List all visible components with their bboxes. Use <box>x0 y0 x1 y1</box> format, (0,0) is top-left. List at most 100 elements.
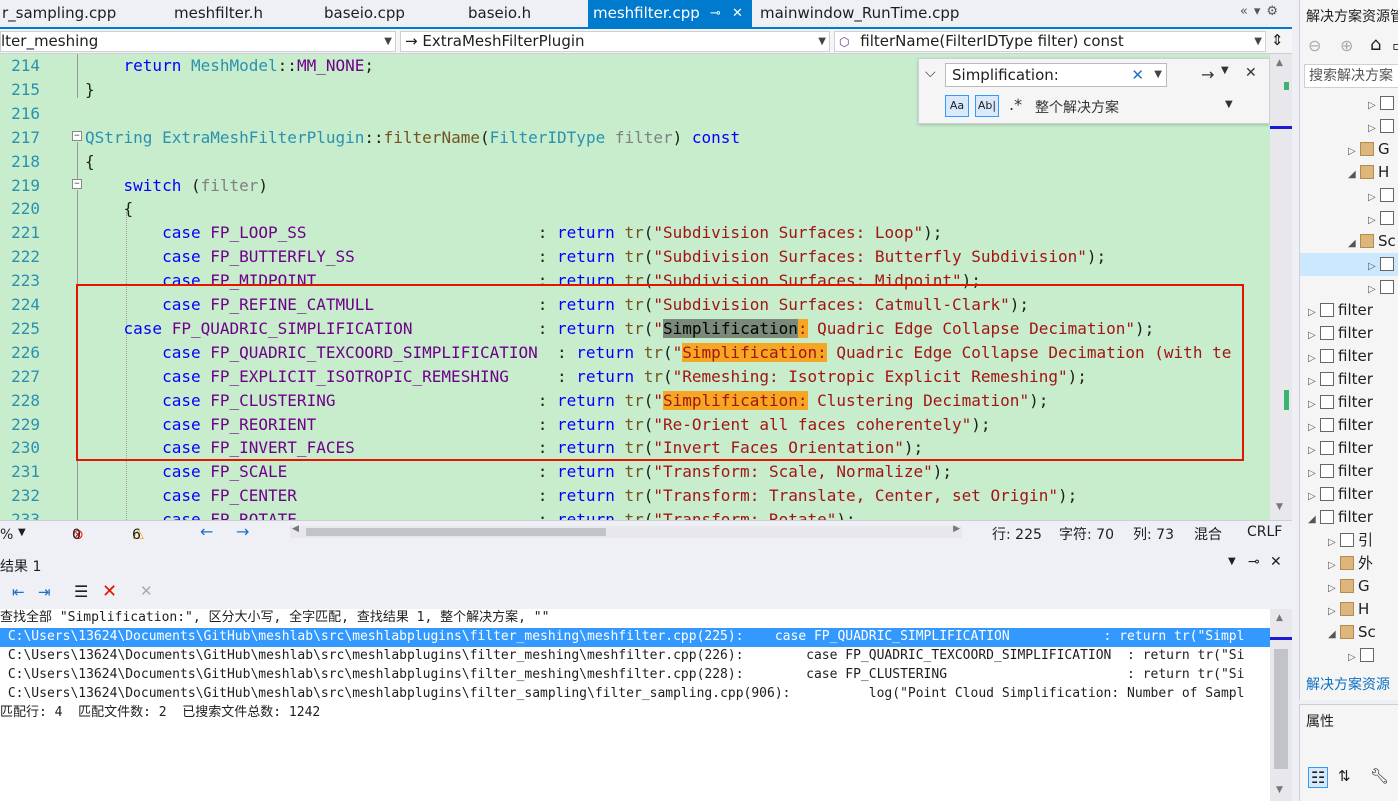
collapsed-icon[interactable]: ▷ <box>1308 370 1320 393</box>
solution-tree-item[interactable]: ▷ <box>1300 253 1398 276</box>
find-result-item[interactable]: C:\Users\13624\Documents\GitHub\meshlab\… <box>0 685 1270 704</box>
gear-icon[interactable]: ⚙ <box>1266 4 1284 19</box>
collapsed-icon[interactable]: ▷ <box>1308 485 1320 508</box>
solution-search-input[interactable]: 搜索解决方案 <box>1304 64 1398 88</box>
collapsed-icon[interactable]: ▷ <box>1368 255 1380 278</box>
tab-baseio-h[interactable]: baseio.h <box>468 0 578 27</box>
solution-tree-item[interactable]: ▷ filter <box>1300 437 1398 460</box>
previous-result-icon[interactable]: ⇤ <box>12 583 25 601</box>
fold-toggle-icon[interactable]: − <box>72 179 82 189</box>
collapsed-icon[interactable]: ▷ <box>1368 186 1380 209</box>
collapsed-icon[interactable]: ▷ <box>1348 646 1360 669</box>
chevron-down-icon[interactable]: ▾ <box>1254 4 1267 19</box>
stop-search-icon[interactable]: ✕ <box>140 582 153 600</box>
scrollbar-thumb[interactable] <box>1274 649 1288 769</box>
solution-tree-item[interactable]: ▷ filter <box>1300 414 1398 437</box>
categorized-icon[interactable]: ☷ <box>1308 767 1329 788</box>
find-input[interactable]: Simplification: ✕ ▼ <box>945 63 1167 87</box>
split-icon[interactable]: ⇕ <box>1271 31 1284 49</box>
collapsed-icon[interactable]: ▷ <box>1308 416 1320 439</box>
results-vertical-scrollbar[interactable]: ▲ ▼ <box>1270 609 1292 801</box>
chevron-left-icon[interactable]: ◀ <box>292 524 299 534</box>
tab-baseio-cpp[interactable]: baseio.cpp <box>324 0 454 27</box>
collapsed-icon[interactable]: ▷ <box>1328 531 1340 554</box>
editor-vertical-scrollbar[interactable]: ▲ ▼ <box>1270 54 1292 520</box>
collapsed-icon[interactable]: ▷ <box>1368 117 1380 140</box>
solution-tree-item[interactable]: ▷ filter <box>1300 460 1398 483</box>
chevron-right-icon[interactable]: ▶ <box>953 524 960 534</box>
expanded-icon[interactable]: ◢ <box>1348 232 1360 255</box>
find-result-item[interactable]: C:\Users\13624\Documents\GitHub\meshlab\… <box>0 666 1270 685</box>
solution-tree-item[interactable]: ▷ <box>1300 207 1398 230</box>
solution-tree-item[interactable]: ▷ filter <box>1300 368 1398 391</box>
next-result-icon[interactable]: ⇥ <box>38 583 51 601</box>
forward-icon[interactable]: ⊕ <box>1340 36 1353 55</box>
chevron-down-icon[interactable]: ▼ <box>1276 502 1283 512</box>
chevron-down-icon[interactable]: ▼ <box>1225 99 1233 110</box>
scrollbar-thumb[interactable] <box>306 528 606 536</box>
clear-icon[interactable]: ✕ <box>1131 64 1144 86</box>
find-result-item[interactable]: C:\Users\13624\Documents\GitHub\meshlab\… <box>0 628 1270 647</box>
collapsed-icon[interactable]: ▷ <box>1368 278 1380 301</box>
solution-tree-item[interactable]: ◢ Sc <box>1300 230 1398 253</box>
wrench-icon[interactable]: 🔧︎ <box>1370 767 1389 785</box>
chevron-up-icon[interactable]: ▲ <box>1276 613 1283 623</box>
solution-tree-item[interactable]: ▷ <box>1300 115 1398 138</box>
solution-tree-item[interactable]: ▷ H <box>1300 598 1398 621</box>
pin-icon[interactable]: ⊸ <box>710 0 721 27</box>
tabs-mode-indicator[interactable]: 混合 <box>1194 524 1222 544</box>
home-icon[interactable]: ⌂ <box>1370 34 1381 55</box>
tab-filter-sampling-cpp[interactable]: r_sampling.cpp <box>2 0 162 27</box>
match-case-toggle[interactable]: Aa <box>945 95 969 117</box>
collapsed-icon[interactable]: ▷ <box>1328 600 1340 623</box>
solution-tree-item[interactable]: ▷ filter <box>1300 345 1398 368</box>
class-dropdown[interactable]: → ExtraMeshFilterPlugin ▼ <box>400 31 830 52</box>
fold-toggle-icon[interactable]: − <box>72 131 82 141</box>
collapsed-icon[interactable]: ▷ <box>1308 347 1320 370</box>
navigate-forward-icon[interactable]: → <box>236 522 249 541</box>
solution-tree-item[interactable]: ◢ filter <box>1300 506 1398 529</box>
close-icon[interactable]: ✕ <box>1245 65 1257 81</box>
collapsed-icon[interactable]: ▷ <box>1308 462 1320 485</box>
navigate-back-icon[interactable]: ← <box>200 522 213 541</box>
solution-tree-item[interactable]: ▷ <box>1300 276 1398 299</box>
clear-all-icon[interactable]: ☰ <box>74 582 88 601</box>
tab-meshfilter-cpp[interactable]: meshfilter.cpp ⊸ ✕ <box>588 0 752 27</box>
solution-tree-item[interactable]: ▷ 引 <box>1300 529 1398 552</box>
collapsed-icon[interactable]: ▷ <box>1308 439 1320 462</box>
chevron-down-icon[interactable]: ⌵ <box>925 65 936 81</box>
horizontal-scrollbar[interactable]: ◀ ▶ <box>290 524 962 538</box>
project-dropdown[interactable]: lter_meshing ▼ <box>0 31 396 52</box>
chevron-down-icon[interactable]: ▼ <box>1276 785 1283 795</box>
delete-icon[interactable]: ✕ <box>102 581 117 602</box>
collapsed-icon[interactable]: ▷ <box>1328 554 1340 577</box>
sort-alpha-icon[interactable]: ⇅ <box>1338 767 1351 785</box>
chevron-double-left-icon[interactable]: « <box>1240 4 1254 19</box>
collapsed-icon[interactable]: ▷ <box>1308 324 1320 347</box>
find-result-item[interactable]: C:\Users\13624\Documents\GitHub\meshlab\… <box>0 647 1270 666</box>
find-next-icon[interactable]: → <box>1201 65 1214 84</box>
sync-icon[interactable]: ▭ <box>1392 36 1398 55</box>
tab-meshfilter-h[interactable]: meshfilter.h <box>174 0 314 27</box>
member-dropdown[interactable]: ⬡ filterName(FilterIDType filter) const … <box>834 31 1266 52</box>
collapsed-icon[interactable]: ▷ <box>1308 393 1320 416</box>
solution-explorer-tab[interactable]: 解决方案资源 <box>1306 674 1390 694</box>
expanded-icon[interactable]: ◢ <box>1328 623 1340 646</box>
regex-icon[interactable]: .* <box>1009 95 1022 114</box>
solution-tree-item[interactable]: ▷ 外 <box>1300 552 1398 575</box>
whole-word-toggle[interactable]: Ab| <box>975 95 999 117</box>
collapsed-icon[interactable]: ▷ <box>1348 140 1360 163</box>
find-scope-dropdown[interactable]: 整个解决方案 <box>1035 97 1119 117</box>
back-icon[interactable]: ⊖ <box>1308 36 1321 55</box>
solution-tree-item[interactable]: ▷ G <box>1300 138 1398 161</box>
solution-tree-item[interactable]: ▷ <box>1300 184 1398 207</box>
solution-tree-item[interactable]: ▷ <box>1300 644 1398 667</box>
chevron-up-icon[interactable]: ▲ <box>1276 58 1283 68</box>
solution-tree-item[interactable]: ◢ Sc <box>1300 621 1398 644</box>
solution-tree-item[interactable]: ▷ filter <box>1300 391 1398 414</box>
tab-mainwindow-runtime-cpp[interactable]: mainwindow_RunTime.cpp <box>760 0 990 27</box>
solution-tree-item[interactable]: ◢ H <box>1300 161 1398 184</box>
solution-tree-item[interactable]: ▷ filter <box>1300 483 1398 506</box>
chevron-down-icon[interactable]: ▼ <box>1154 64 1162 86</box>
chevron-down-icon[interactable]: ▼ <box>1221 65 1229 76</box>
